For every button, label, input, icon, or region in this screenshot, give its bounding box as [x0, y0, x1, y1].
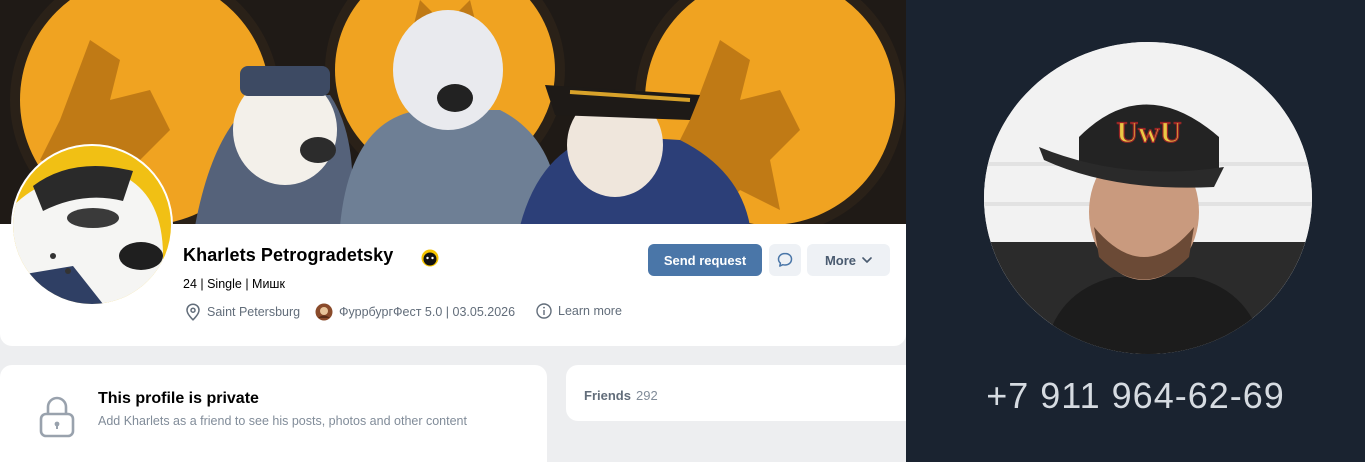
learn-more-link[interactable]: Learn more [536, 303, 622, 319]
person-photo: UwU [984, 42, 1312, 354]
chat-bubble-icon [777, 252, 793, 267]
event-item[interactable]: ФуррбургФест 5.0 | 03.05.2026 [315, 303, 515, 321]
emoji-badge-icon [421, 249, 439, 267]
side-panel: UwU +7 911 964-62-69 [906, 0, 1365, 462]
chevron-down-icon [862, 257, 872, 263]
event-avatar-icon [315, 303, 333, 321]
location-item: Saint Petersburg [185, 303, 300, 321]
message-button[interactable] [769, 244, 801, 276]
profile-subline: 24 | Single | Мишк [183, 277, 285, 291]
friends-label[interactable]: Friends [584, 388, 631, 403]
profile-page: Kharlets Petrogradetsky 24 | Single | Ми… [0, 0, 906, 462]
event-text: ФуррбургФест 5.0 | 03.05.2026 [339, 305, 516, 319]
friends-count: 292 [636, 388, 658, 403]
location-pin-icon [186, 303, 200, 321]
profile-name: Kharlets Petrogradetsky [183, 245, 394, 265]
info-icon [536, 303, 552, 319]
phone-number: +7 911 964-62-69 [986, 375, 1285, 416]
avatar[interactable] [13, 146, 171, 304]
lock-icon [39, 396, 75, 438]
more-button-label: More [824, 252, 857, 268]
more-button[interactable]: More [807, 244, 890, 276]
location-text: Saint Petersburg [207, 305, 301, 319]
private-description: Add Kharlets as a friend to see his post… [98, 414, 467, 428]
cap-text: UwU [1117, 116, 1182, 149]
send-request-button[interactable]: Send request [648, 244, 762, 276]
learn-more-text: Learn more [558, 304, 622, 318]
private-title: This profile is private [98, 390, 259, 407]
